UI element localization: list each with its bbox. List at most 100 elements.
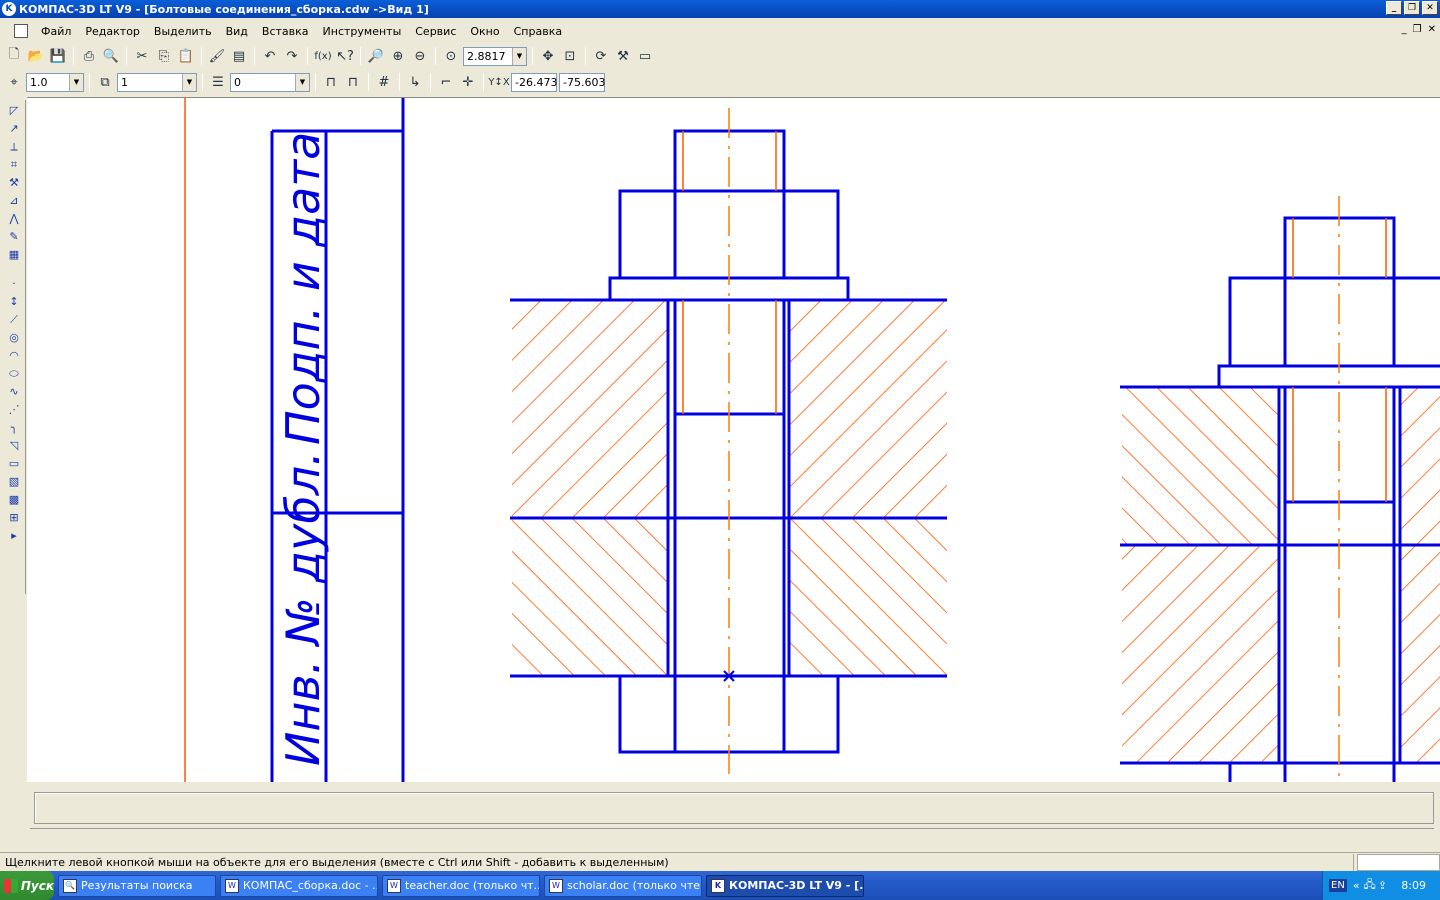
hatch-icon[interactable]: ▧ [5,474,23,489]
menu-editor[interactable]: Редактор [78,25,147,38]
close-button[interactable]: ✕ [1422,1,1438,15]
view-combo[interactable]: 1 ▼ [117,72,197,92]
coord-x-field[interactable]: -26.473 [511,72,557,92]
menu-file[interactable]: Файл [34,25,78,38]
auxiliary-line-icon[interactable]: ↕ [5,294,23,309]
fill-icon[interactable]: ▩ [5,492,23,507]
spline-icon[interactable]: ∿ [5,384,23,399]
chevron-down-icon[interactable]: ▼ [512,47,526,65]
zoom-window-icon[interactable]: 🔎 [366,46,386,66]
spec-icon[interactable]: ✎ [5,229,23,244]
view-icon[interactable]: ⧉ [95,72,115,92]
chevron-down-icon[interactable]: ▼ [295,73,309,91]
function-icon[interactable]: f(x) [313,46,333,66]
taskbar-item-word-kompas[interactable]: W КОМПАС_сборка.doc - ... [220,874,378,897]
drawing-svg[interactable]: Подп. и дата Инв. № дубл. [27,98,1440,782]
undo-icon[interactable]: ↶ [260,46,280,66]
pan-icon[interactable]: ✥ [538,46,558,66]
snap-magnet-icon[interactable]: ⊓ [321,72,341,92]
polyline-icon[interactable]: ⋰ [5,402,23,417]
network-icon[interactable]: 🖧 [1364,876,1376,895]
copy-icon[interactable]: ⎘ [154,46,174,66]
circle-icon[interactable]: ◎ [5,330,23,345]
segment-icon[interactable]: ⟋ [5,312,23,327]
symbols-icon[interactable]: ⟂ [5,139,23,154]
paste-icon[interactable]: 📋 [176,46,196,66]
tray-expand-icon[interactable]: « [1353,879,1360,892]
coord-y-field[interactable]: -75.603 [559,72,605,92]
rectangle-icon[interactable]: ▭ [5,456,23,471]
kompas-icon: K [2,2,16,16]
menu-select[interactable]: Выделить [147,25,219,38]
snap-local-icon[interactable]: ⊓ [343,72,363,92]
parameterization-icon[interactable]: ⚒ [5,175,23,190]
grid-icon[interactable]: # [374,72,394,92]
chevron-down-icon[interactable]: ▼ [69,73,83,91]
reports-icon[interactable]: ▦ [5,247,23,262]
cut-icon[interactable]: ✂ [132,46,152,66]
macro-icon[interactable]: ⊞ [5,510,23,525]
layer-combo[interactable]: 0 ▼ [230,72,310,92]
more-icon[interactable]: ▸ [5,528,23,543]
doc-minimize-button[interactable]: _ [1402,24,1407,35]
layer-icon[interactable]: ☰ [208,72,228,92]
dimensions-icon[interactable]: ↗ [5,121,23,136]
maximize-button[interactable]: ❐ [1404,1,1420,15]
ortho-icon[interactable]: ⌐ [436,72,456,92]
round-icon[interactable]: ✛ [458,72,478,92]
properties-panel-area[interactable] [34,792,1434,824]
safely-remove-icon[interactable]: ⇪ [1378,879,1387,892]
ellipse-icon[interactable]: ⬭ [5,366,23,381]
clock[interactable]: 8:09 [1401,879,1426,892]
local-cs-icon[interactable]: ↳ [405,72,425,92]
language-indicator[interactable]: EN [1329,879,1347,892]
properties-icon[interactable]: ▤ [229,46,249,66]
menu-window[interactable]: Окно [463,25,506,38]
zoom-combo[interactable]: 2.8817 ▼ [463,46,527,66]
measure-icon[interactable]: ⊿ [5,193,23,208]
taskbar-item-search[interactable]: 🔍 Результаты поиска [58,874,216,897]
chamfer-icon[interactable]: ◹ [5,438,23,453]
fillet-icon[interactable]: ╮ [5,420,23,435]
step-icon[interactable]: ⌖ [4,72,24,92]
drawing-canvas[interactable]: Подп. и дата Инв. № дубл. [27,97,1440,782]
properties-panel [0,782,1440,852]
show-all-icon[interactable]: ⊡ [560,46,580,66]
menu-service[interactable]: Сервис [408,25,463,38]
preview-icon[interactable]: 🔍 [101,46,121,66]
taskbar-item-kompas[interactable]: K КОМПАС-3D LT V9 - [... [706,874,864,897]
redo-icon[interactable]: ↷ [282,46,302,66]
arc-icon[interactable]: ◠ [5,348,23,363]
geometry-icon[interactable]: ◸ [5,103,23,118]
menu-tools[interactable]: Инструменты [316,25,409,38]
menu-view[interactable]: Вид [219,25,255,38]
point-icon[interactable]: · [5,276,23,291]
print-icon[interactable]: ⎙ [79,46,99,66]
taskbar-item-word-teacher[interactable]: W teacher.doc (только чт... [382,874,540,897]
new-icon[interactable]: 🗋 [4,46,24,66]
zoom-out-icon[interactable]: ⊖ [410,46,430,66]
zoom-in-icon[interactable]: ⊕ [388,46,408,66]
chevron-down-icon[interactable]: ▼ [182,73,196,91]
menu-insert[interactable]: Вставка [255,25,316,38]
document-icon[interactable] [14,24,28,38]
layout-icon[interactable]: ▭ [635,46,655,66]
doc-close-button[interactable]: ✕ [1428,24,1436,35]
help-pointer-icon[interactable]: ↖? [335,46,355,66]
open-icon[interactable]: 📂 [26,46,46,66]
save-icon[interactable]: 💾 [48,46,68,66]
editing-icon[interactable]: ⌗ [5,157,23,172]
refresh-icon[interactable]: ⟳ [591,46,611,66]
window-titlebar: K КОМПАС-3D LT V9 - [Болтовые соединения… [0,0,1440,18]
manager-icon[interactable]: ⚒ [613,46,633,66]
minimize-button[interactable]: _ [1386,1,1402,15]
step-combo[interactable]: 1.0 ▼ [26,72,84,92]
start-button[interactable]: Пуск [0,871,54,900]
taskbar-item-word-scholar[interactable]: W scholar.doc (только чте... [544,874,702,897]
zoom-scale-icon[interactable]: ⊙ [441,46,461,66]
select-icon[interactable]: ⋀ [5,211,23,226]
format-brush-icon[interactable]: 🖌 [207,46,227,66]
menu-help[interactable]: Справка [507,25,569,38]
compact-toolbar: ◸ ↗ ⟂ ⌗ ⚒ ⊿ ⋀ ✎ ▦ · ↕ ⟋ ◎ ◠ ⬭ ∿ ⋰ ╮ ◹ ▭ … [0,100,26,594]
doc-restore-button[interactable]: ❐ [1413,24,1422,35]
